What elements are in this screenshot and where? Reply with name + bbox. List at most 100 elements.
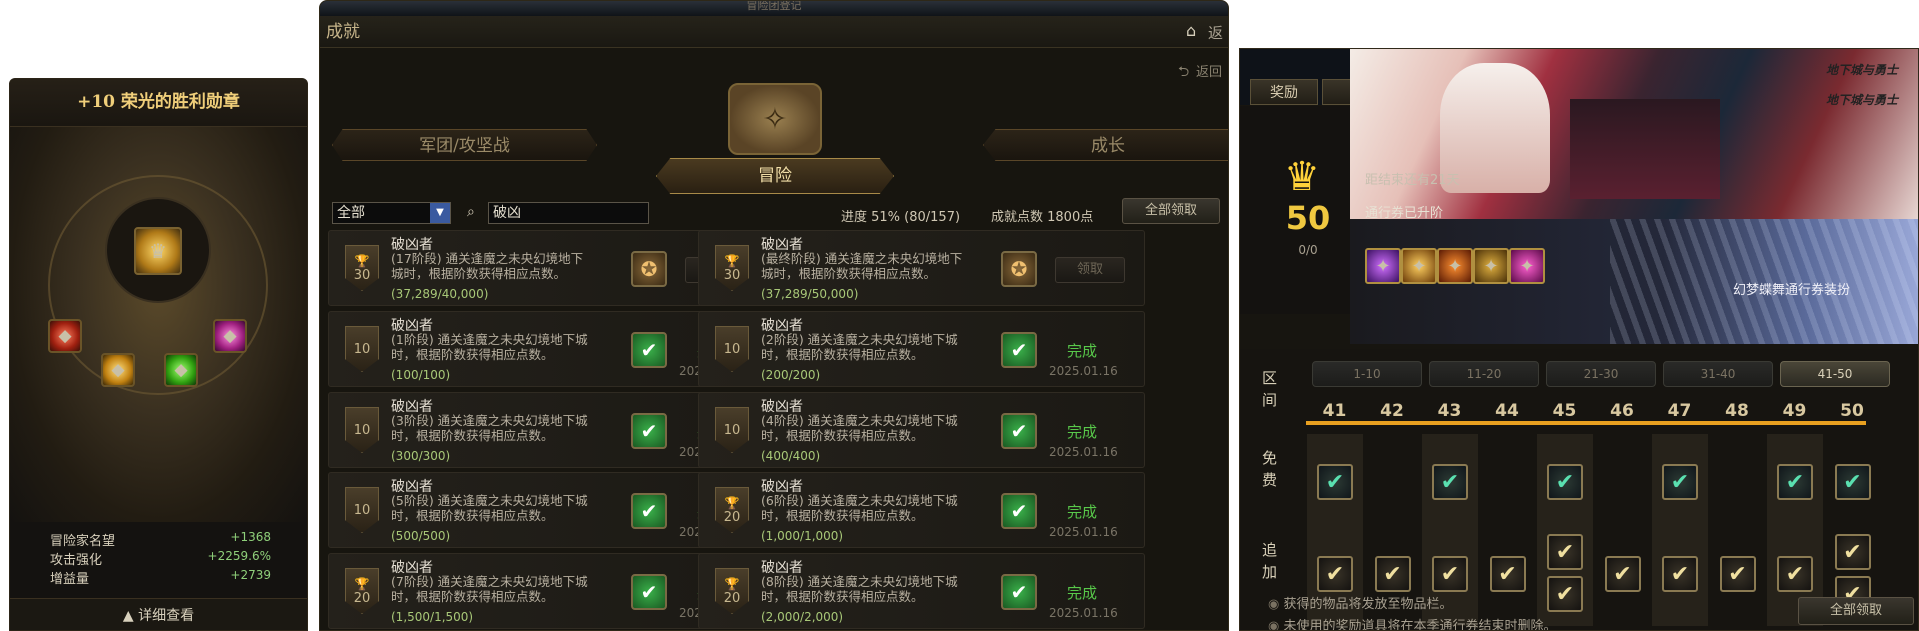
progress-text: 进度 51% (80/157) [841, 210, 961, 225]
level-column: ✔ [1595, 434, 1651, 626]
achievement-desc: (7阶段) 通关逢魔之未央幻境地下城时，根据阶数获得相应点数。 [391, 574, 588, 604]
achievement-card: 10 破凶者 (4阶段) 通关逢魔之未央幻境地下城时，根据阶数获得相应点数。 (400… [698, 392, 1145, 468]
crown-icon: ♛ [1284, 154, 1320, 200]
back-link[interactable]: 返回 [1196, 61, 1222, 80]
complete-label: 完成 [1067, 342, 1098, 360]
pass-level: 50 [1285, 199, 1331, 237]
free-reward-check-icon[interactable]: ✔ [1834, 464, 1871, 500]
free-reward-check-icon[interactable]: ✔ [1662, 464, 1698, 500]
pass-claim-all-button[interactable]: 全部领取 [1798, 597, 1914, 625]
extra-reward-check-icon[interactable]: ✔ [1547, 576, 1583, 612]
achievement-progress: (2,000/2,000) [761, 610, 844, 624]
page-title: 成就 [320, 16, 1228, 48]
main-medal-icon[interactable]: ♛ [134, 227, 182, 275]
stat-label: 冒险家名望 [50, 534, 116, 549]
close-back-link[interactable]: 返 [1208, 22, 1223, 43]
free-reward-check-icon[interactable]: ✔ [1547, 464, 1583, 500]
complete-date: 2025.01.16 [1049, 364, 1118, 378]
level-column: ✔ [1480, 434, 1536, 626]
reward-item-icon[interactable]: ✦ [1401, 248, 1437, 284]
level-number: 43 [1437, 401, 1462, 421]
level-number: 42 [1380, 401, 1404, 421]
achievement-desc: (8阶段) 通关逢魔之未央幻境地下城时，根据阶数获得相应点数。 [761, 574, 958, 604]
extra-reward-check-icon[interactable]: ✔ [1777, 556, 1813, 592]
check-icon: ✔ [1001, 413, 1037, 449]
achievement-progress: (37,289/40,000) [391, 287, 489, 301]
detail-view-button[interactable]: ▲ 详细查看 [10, 598, 307, 630]
extra-reward-check-icon[interactable]: ✔ [1834, 534, 1871, 570]
extra-reward-check-icon[interactable]: ✔ [1547, 534, 1583, 570]
stat-value: +2739 [230, 568, 271, 582]
red-gem-icon[interactable]: ◆ [48, 319, 82, 353]
level-number: 48 [1725, 401, 1749, 421]
extra-reward-check-icon[interactable]: ✔ [1719, 556, 1756, 592]
trophy-icon: 🏆 [354, 576, 370, 591]
trophy-icon: 🏆 [724, 495, 740, 510]
range-tab[interactable]: 11-20 [1429, 361, 1539, 387]
tab-adventure[interactable]: 冒险 [656, 158, 894, 194]
achievement-desc: (5阶段) 通关逢魔之未央幻境地下城时，根据阶数获得相应点数。 [391, 493, 588, 523]
reward-item-icon[interactable]: ✦ [1437, 248, 1473, 284]
extra-reward-check-icon[interactable]: ✔ [1604, 556, 1641, 592]
tab-growth[interactable]: 成长 [983, 129, 1228, 161]
range-tab[interactable]: 21-30 [1546, 361, 1656, 387]
free-reward-check-icon[interactable]: ✔ [1777, 464, 1813, 500]
home-icon[interactable]: ⌂ [1186, 21, 1196, 40]
return-arrow-icon[interactable]: ⮌ [1178, 61, 1189, 85]
badge-shield: 🏆 20 [715, 568, 749, 614]
claim-all-button[interactable]: 全部领取 [1122, 198, 1220, 224]
check-icon: ✔ [631, 413, 667, 449]
level-column: ✔ ✔ [1652, 434, 1708, 626]
extra-reward-check-icon[interactable]: ✔ [1432, 556, 1468, 592]
chevron-down-icon[interactable]: ▼ [430, 203, 450, 223]
tab-legion-raid[interactable]: 军团/攻坚战 [332, 129, 597, 161]
achievement-progress: (37,289/50,000) [761, 287, 859, 301]
tab-other[interactable] [1322, 79, 1352, 105]
reward-item-icon[interactable]: ✦ [1473, 248, 1509, 284]
achievement-progress: (400/400) [761, 449, 821, 463]
emblem-icon: ✪ [631, 251, 667, 287]
green-gem-icon[interactable]: ◆ [164, 353, 198, 387]
pink-gem-icon[interactable]: ◆ [213, 319, 247, 353]
category-select-value: 全部 [337, 205, 365, 221]
complete-label: 完成 [1067, 584, 1098, 602]
range-tab[interactable]: 1-10 [1312, 361, 1422, 387]
reward-item-icon[interactable]: ✦ [1365, 248, 1401, 284]
category-select[interactable]: 全部 ▼ [332, 202, 451, 224]
stat-value: +1368 [230, 530, 271, 544]
complete-date: 2025.01.16 [1049, 445, 1118, 459]
badge-points: 10 [353, 502, 371, 518]
range-tab[interactable]: 31-40 [1663, 361, 1773, 387]
note-2: ◉ 未使用的奖励道具将在本季通行券结束时删除。 [1268, 615, 1557, 631]
free-reward-check-icon[interactable]: ✔ [1317, 464, 1353, 500]
badge-points: 30 [353, 267, 371, 283]
achievement-progress: (1,000/1,000) [761, 529, 844, 543]
reward-grid: 区间 1-10 11-20 21-30 31-40 41-50 41 ✔ ✔ 42 ✔ 43 ✔ ✔ 4… [1240, 349, 1918, 630]
check-icon: ✔ [631, 493, 667, 529]
note-1: ◉ 获得的物品将发放至物品栏。 [1268, 597, 1453, 612]
event-banner-image: 地下城与勇士 地下城与勇士 [1350, 49, 1918, 219]
claim-button[interactable]: 领取 [1055, 257, 1125, 283]
extra-reward-check-icon[interactable]: ✔ [1662, 556, 1698, 592]
achievement-desc: (2阶段) 通关逢魔之未央幻境地下城时，根据阶数获得相应点数。 [761, 332, 958, 362]
search-input[interactable]: 破凶 [488, 202, 649, 224]
extra-reward-check-icon[interactable]: ✔ [1374, 556, 1411, 592]
free-reward-check-icon[interactable]: ✔ [1432, 464, 1468, 500]
trophy-icon: 🏆 [724, 576, 740, 591]
extra-reward-check-icon[interactable]: ✔ [1317, 556, 1353, 592]
badge-points: 30 [723, 267, 741, 283]
badge-points: 20 [723, 509, 741, 525]
range-tab[interactable]: 41-50 [1780, 361, 1890, 387]
yellow-gem-icon[interactable]: ◆ [101, 353, 135, 387]
complete-date: 2025.01.16 [1049, 525, 1118, 539]
level-number: 44 [1495, 401, 1519, 421]
extra-reward-check-icon[interactable]: ✔ [1489, 556, 1526, 592]
reward-item-icon[interactable]: ✦ [1509, 248, 1545, 284]
search-icon: ⌕ [467, 204, 475, 220]
medal-stats: 冒险家名望 +1368 攻击强化 +2259.6% 增益量 +2739 [10, 522, 307, 604]
note-1-text: 获得的物品将发放至物品栏。 [1283, 597, 1453, 612]
stat-label: 攻击强化 [50, 553, 103, 568]
note-2-text: 未使用的奖励道具将在本季通行券结束时删除。 [1283, 619, 1557, 631]
tab-rewards[interactable]: 奖励 [1250, 79, 1318, 105]
badge-points: 10 [723, 341, 741, 357]
